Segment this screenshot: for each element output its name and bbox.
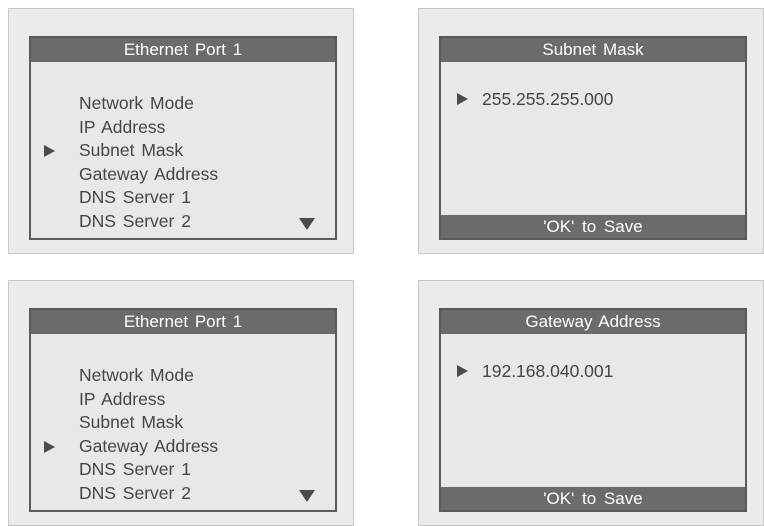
lcd-screen: Ethernet Port 1 Network Mode IP Address … bbox=[29, 308, 337, 512]
menu-item-label: DNS Server 1 bbox=[79, 187, 191, 207]
subnet-mask-value: 255.255.255.000 bbox=[482, 89, 614, 109]
menu-item-network-mode[interactable]: Network Mode bbox=[79, 364, 218, 388]
lcd-panel-menu-2: Ethernet Port 1 Network Mode IP Address … bbox=[8, 280, 354, 526]
lcd-panel-menu-1: Ethernet Port 1 Network Mode IP Address … bbox=[8, 8, 354, 254]
menu-list: Network Mode IP Address Subnet Mask Gate… bbox=[44, 364, 219, 506]
screen-title: Ethernet Port 1 bbox=[31, 310, 335, 334]
menu-item-dns-server-2[interactable]: DNS Server 2 bbox=[79, 210, 218, 234]
menu-item-dns-server-2[interactable]: DNS Server 2 bbox=[79, 482, 218, 506]
menu-list: Network Mode IP Address Subnet Mask Gate… bbox=[44, 92, 218, 234]
menu-item-label: Gateway Address bbox=[79, 163, 219, 184]
menu-item-subnet-mask[interactable]: Subnet Mask bbox=[79, 411, 218, 435]
menu-item-ip-address[interactable]: IP Address bbox=[79, 116, 218, 140]
menu-item-label: Network Mode bbox=[79, 365, 194, 385]
menu-item-label: DNS Server 1 bbox=[79, 459, 191, 479]
menu-item-ip-address[interactable]: IP Address bbox=[79, 388, 218, 412]
screen-title: Ethernet Port 1 bbox=[31, 38, 335, 62]
ok-to-save-prompt: 'OK' to Save bbox=[441, 215, 745, 238]
menu-item-network-mode[interactable]: Network Mode bbox=[79, 92, 218, 116]
screen-title: Subnet Mask bbox=[441, 38, 745, 62]
lcd-screen: Gateway Address 192.168.040.001 'OK' to … bbox=[439, 308, 747, 512]
menu-item-label: IP Address bbox=[79, 116, 166, 137]
menu-item-label: DNS Server 2 bbox=[79, 210, 191, 231]
ok-to-save-prompt: 'OK' to Save bbox=[441, 487, 745, 510]
menu-item-label: IP Address bbox=[79, 388, 166, 409]
selection-cursor-icon bbox=[457, 365, 468, 377]
lcd-screen: Ethernet Port 1 Network Mode IP Address … bbox=[29, 36, 337, 240]
menu-item-subnet-mask[interactable]: Subnet Mask bbox=[44, 139, 218, 163]
screen-title: Gateway Address bbox=[441, 310, 745, 334]
selection-cursor-icon bbox=[457, 93, 468, 105]
value-field[interactable]: 255.255.255.000 bbox=[457, 87, 613, 111]
menu-item-gateway-address[interactable]: Gateway Address bbox=[79, 163, 218, 187]
menu-item-label: DNS Server 2 bbox=[79, 482, 191, 503]
menu-item-label: Subnet Mask bbox=[79, 140, 184, 160]
scroll-down-icon[interactable] bbox=[299, 490, 315, 502]
menu-item-dns-server-1[interactable]: DNS Server 1 bbox=[79, 186, 218, 210]
selection-cursor-icon bbox=[44, 440, 55, 453]
lcd-screen: Subnet Mask 255.255.255.000 'OK' to Save bbox=[439, 36, 747, 240]
menu-item-dns-server-1[interactable]: DNS Server 1 bbox=[79, 458, 218, 482]
menu-item-label: Subnet Mask bbox=[79, 412, 184, 432]
menu-item-label: Gateway Address bbox=[79, 435, 219, 456]
menu-item-label: Network Mode bbox=[79, 93, 194, 113]
scroll-down-icon[interactable] bbox=[299, 218, 315, 230]
lcd-panel-gateway-address: Gateway Address 192.168.040.001 'OK' to … bbox=[418, 280, 764, 526]
lcd-panel-subnet-mask: Subnet Mask 255.255.255.000 'OK' to Save bbox=[418, 8, 764, 254]
selection-cursor-icon bbox=[44, 145, 55, 157]
menu-item-gateway-address[interactable]: Gateway Address bbox=[44, 435, 219, 459]
value-field[interactable]: 192.168.040.001 bbox=[457, 359, 613, 383]
gateway-address-value: 192.168.040.001 bbox=[482, 361, 614, 381]
